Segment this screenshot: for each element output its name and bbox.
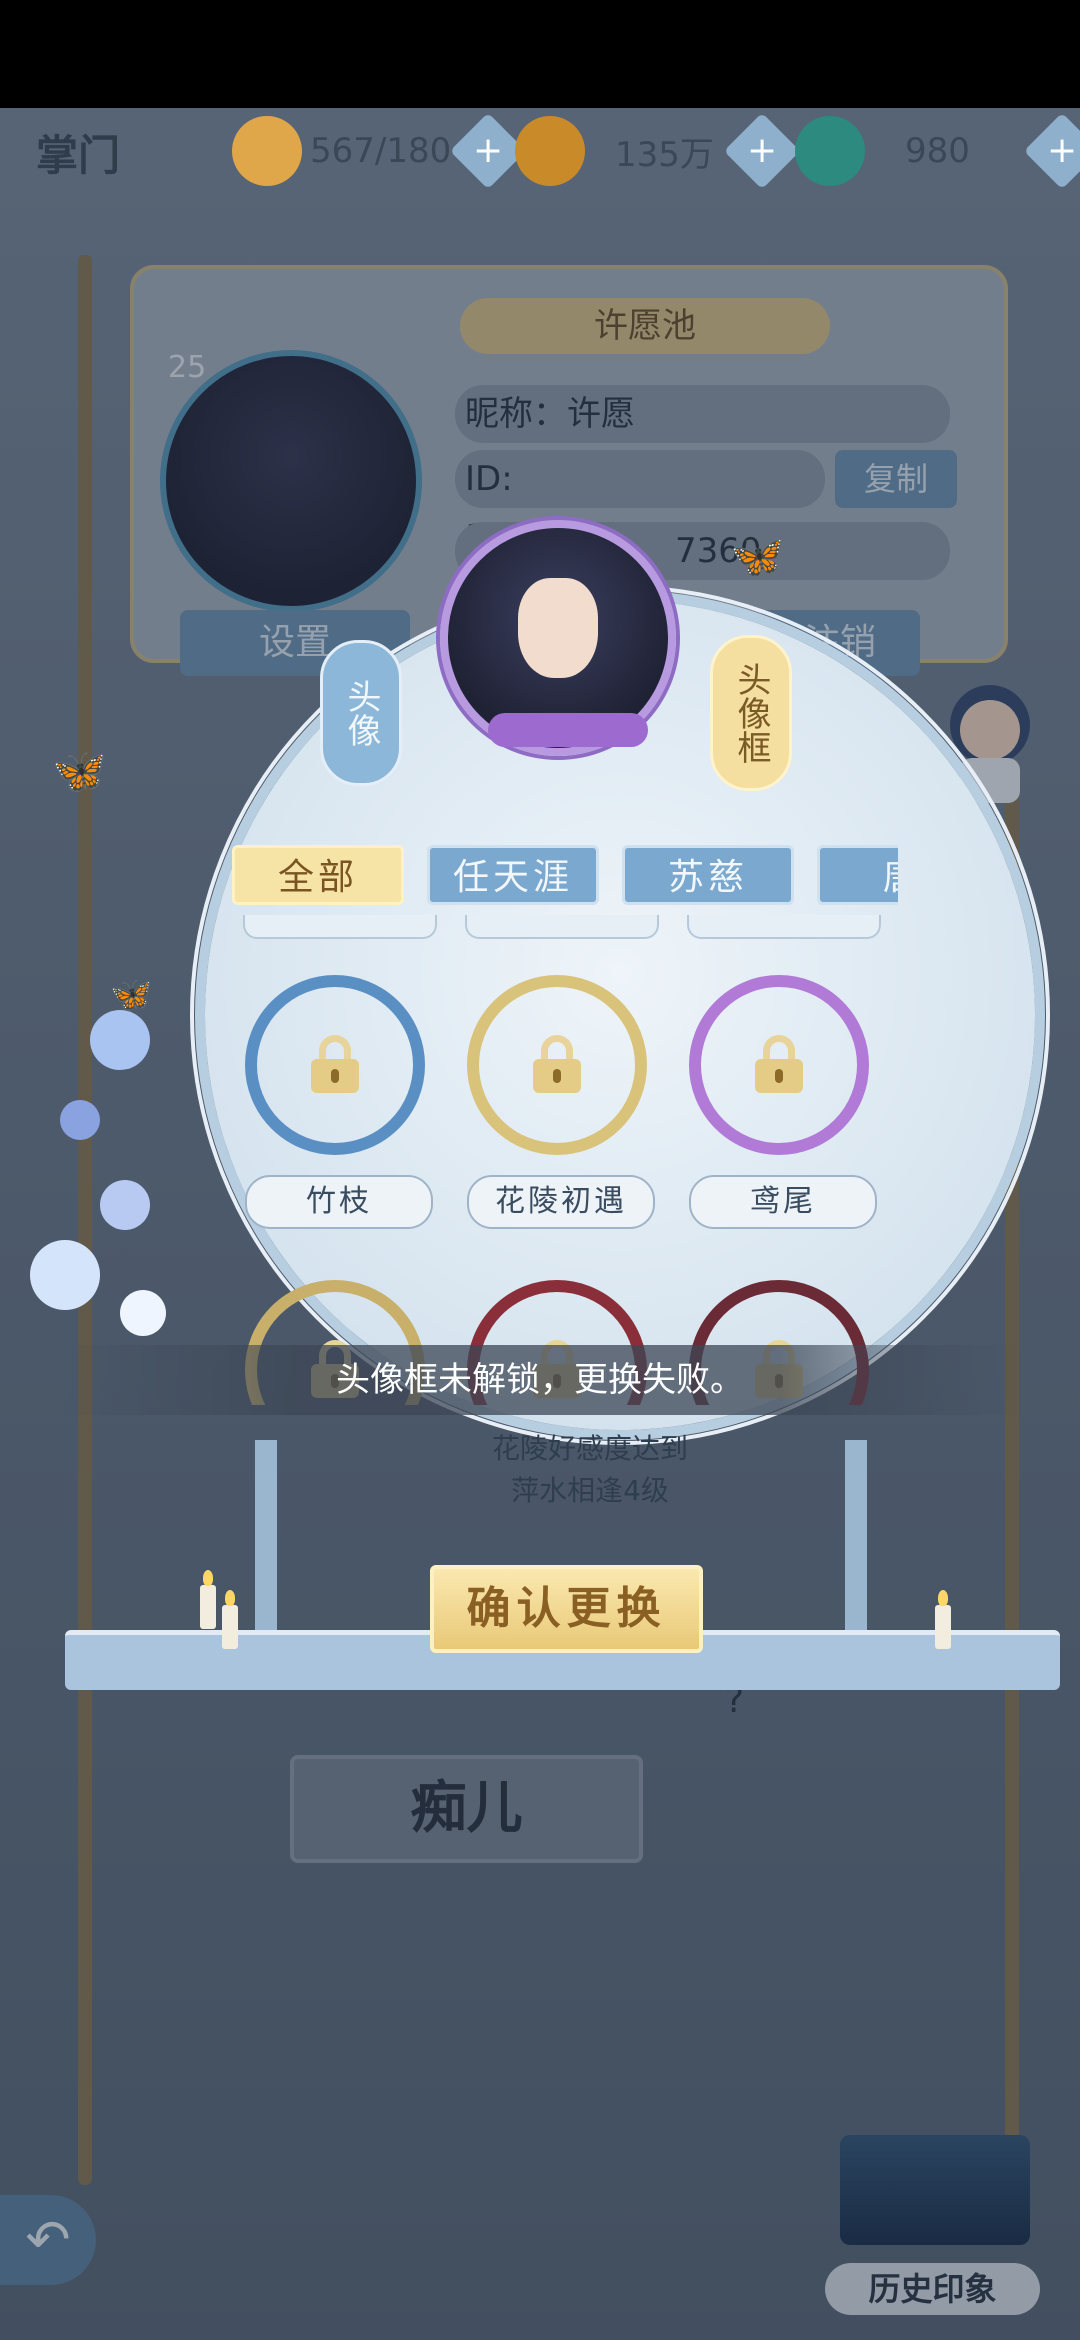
filter-all[interactable]: 全部	[232, 845, 404, 905]
lock-icon	[753, 1035, 805, 1093]
character-filter-tabs: 全部 任天涯 苏慈 唐	[232, 845, 898, 905]
avatar-face	[518, 578, 598, 678]
jade-icon	[795, 116, 865, 186]
unlock-condition-line2: 萍水相逢4级	[511, 1474, 669, 1507]
unlock-condition: 花陵好感度达到 萍水相逢4级	[380, 1428, 800, 1512]
section-title: 掌门	[36, 131, 121, 180]
flame-icon	[938, 1590, 948, 1606]
flame-icon	[225, 1590, 235, 1606]
partial-label	[687, 915, 881, 939]
flame-icon	[203, 1570, 213, 1586]
frame-sash	[488, 713, 648, 747]
butterfly-icon: 🦋	[110, 975, 153, 1015]
candle-icon	[935, 1605, 951, 1649]
tab-avatar[interactable]: 头像	[320, 640, 402, 786]
unlock-condition-line1: 花陵好感度达到	[491, 1432, 688, 1465]
preview-avatar	[440, 520, 676, 756]
stand-post-right	[845, 1440, 867, 1630]
cat-token-icon	[232, 116, 302, 186]
resource-gold: 135万 +	[515, 112, 801, 190]
gold-coin-icon	[515, 116, 585, 186]
partial-label	[465, 915, 659, 939]
tab-avatar-frame[interactable]: 头像框	[710, 635, 792, 791]
lock-icon	[309, 1035, 361, 1093]
frame-label: 竹枝	[245, 1175, 433, 1229]
resource-jade: 980 +	[795, 112, 1080, 190]
frame-label: 花陵初遇	[467, 1175, 655, 1229]
filter-character[interactable]: 任天涯	[427, 845, 599, 905]
stand-post-left	[255, 1440, 277, 1630]
butterfly-icon: 🦋	[730, 531, 785, 582]
resource-value: 980	[905, 131, 970, 171]
frame-label: 鸢尾	[689, 1175, 877, 1229]
add-gold-button[interactable]: +	[723, 112, 801, 190]
partial-label	[243, 915, 437, 939]
status-bar	[0, 0, 1080, 108]
resource-bar: 掌门 567/180 + 135万 + 980 +	[0, 108, 1080, 194]
candle-icon	[222, 1605, 238, 1649]
butterfly-icon: 🦋	[52, 746, 107, 797]
filter-character[interactable]: 唐	[817, 845, 898, 905]
resource-value: 567/180	[310, 131, 452, 171]
plum-blossom-decoration	[20, 990, 220, 1460]
resource-cat-token: 567/180 +	[232, 112, 527, 190]
lock-icon	[531, 1035, 583, 1093]
filter-character[interactable]: 苏慈	[622, 845, 794, 905]
confirm-change-button[interactable]: 确认更换	[430, 1565, 703, 1653]
add-jade-button[interactable]: +	[1023, 112, 1080, 190]
frame-grid: 竹枝 花陵初遇 鸢尾	[225, 915, 905, 1405]
candle-icon	[200, 1585, 216, 1629]
resource-value: 135万	[615, 134, 714, 175]
